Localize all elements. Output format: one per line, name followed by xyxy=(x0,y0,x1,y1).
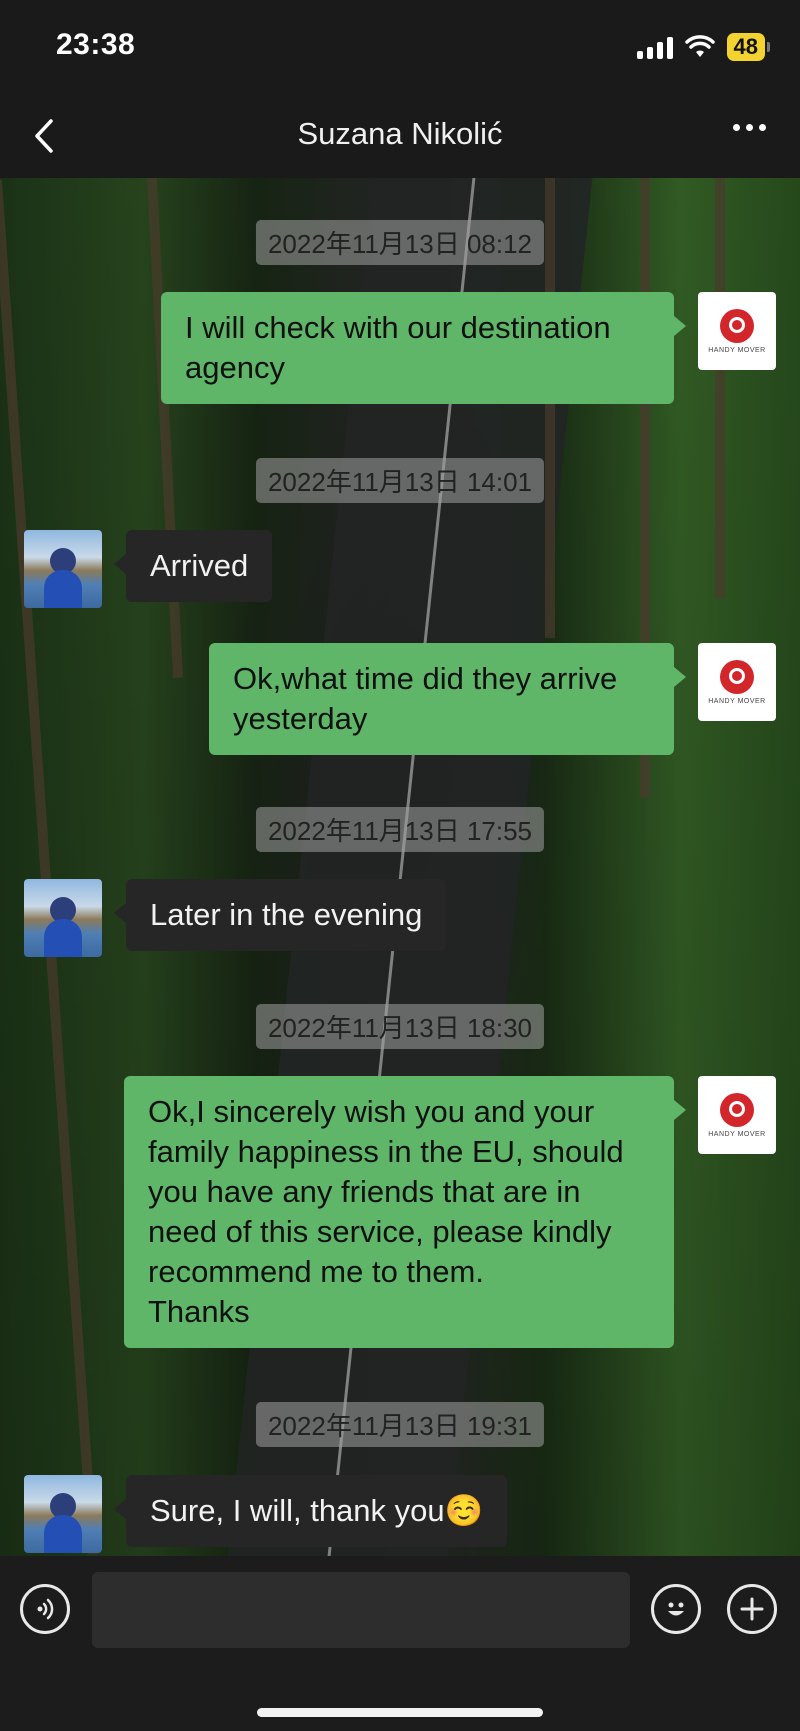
message-timestamp: 2022年11月13日 19:31 xyxy=(255,1402,545,1447)
emoji-icon[interactable] xyxy=(651,1584,701,1634)
contact-avatar[interactable] xyxy=(24,879,102,957)
message-bubble-received[interactable]: Later in the evening xyxy=(113,879,447,951)
avatar-brand-label: HANDY MOVER xyxy=(708,697,766,705)
message-timestamp: 2022年11月13日 08:12 xyxy=(255,220,545,265)
my-avatar[interactable]: HANDY MOVER xyxy=(698,292,776,370)
chat-title: Suzana Nikolić xyxy=(297,116,503,151)
my-avatar[interactable]: HANDY MOVER xyxy=(698,1076,776,1154)
my-avatar[interactable]: HANDY MOVER xyxy=(698,643,776,721)
message-timestamp: 2022年11月13日 17:55 xyxy=(255,807,545,852)
message-bubble-sent[interactable]: Ok,I sincerely wish you and your family … xyxy=(124,1076,686,1348)
status-time: 23:38 xyxy=(56,28,136,61)
handy-mover-logo xyxy=(720,1092,754,1127)
battery-level: 48 xyxy=(726,33,765,61)
more-icon[interactable] xyxy=(733,124,766,131)
home-indicator[interactable] xyxy=(257,1708,543,1717)
handy-mover-logo xyxy=(720,308,754,343)
contact-avatar[interactable] xyxy=(24,530,102,608)
message-bubble-received[interactable]: Sure, I will, thank you☺️ xyxy=(113,1475,508,1547)
message-timestamp: 2022年11月13日 14:01 xyxy=(255,458,545,503)
message-bubble-sent[interactable]: I will check with our destination agency xyxy=(161,292,686,404)
message-list[interactable]: 2022年11月13日 08:12 I will check with our … xyxy=(0,178,800,1556)
voice-icon[interactable] xyxy=(20,1584,70,1634)
handy-mover-logo xyxy=(720,659,754,694)
status-icons: 48 xyxy=(636,32,770,62)
avatar-brand-label: HANDY MOVER xyxy=(708,346,766,354)
input-bar xyxy=(0,1556,800,1731)
battery-indicator: 48 xyxy=(726,33,770,61)
plus-icon[interactable] xyxy=(727,1584,777,1634)
chat-screen: 23:38 48 Suzana Nikolić 2022年11月13日 08:1… xyxy=(0,0,800,1731)
top-bar: 23:38 48 Suzana Nikolić xyxy=(0,0,800,178)
avatar-brand-label: HANDY MOVER xyxy=(708,1130,766,1138)
wifi-icon xyxy=(684,35,715,57)
message-input[interactable] xyxy=(92,1572,630,1648)
message-bubble-sent[interactable]: Ok,what time did they arrive yesterday xyxy=(209,643,686,755)
message-bubble-received[interactable]: Arrived xyxy=(113,530,273,602)
contact-avatar[interactable] xyxy=(24,1475,102,1553)
message-timestamp: 2022年11月13日 18:30 xyxy=(255,1004,545,1049)
cellular-signal-icon xyxy=(636,35,673,59)
